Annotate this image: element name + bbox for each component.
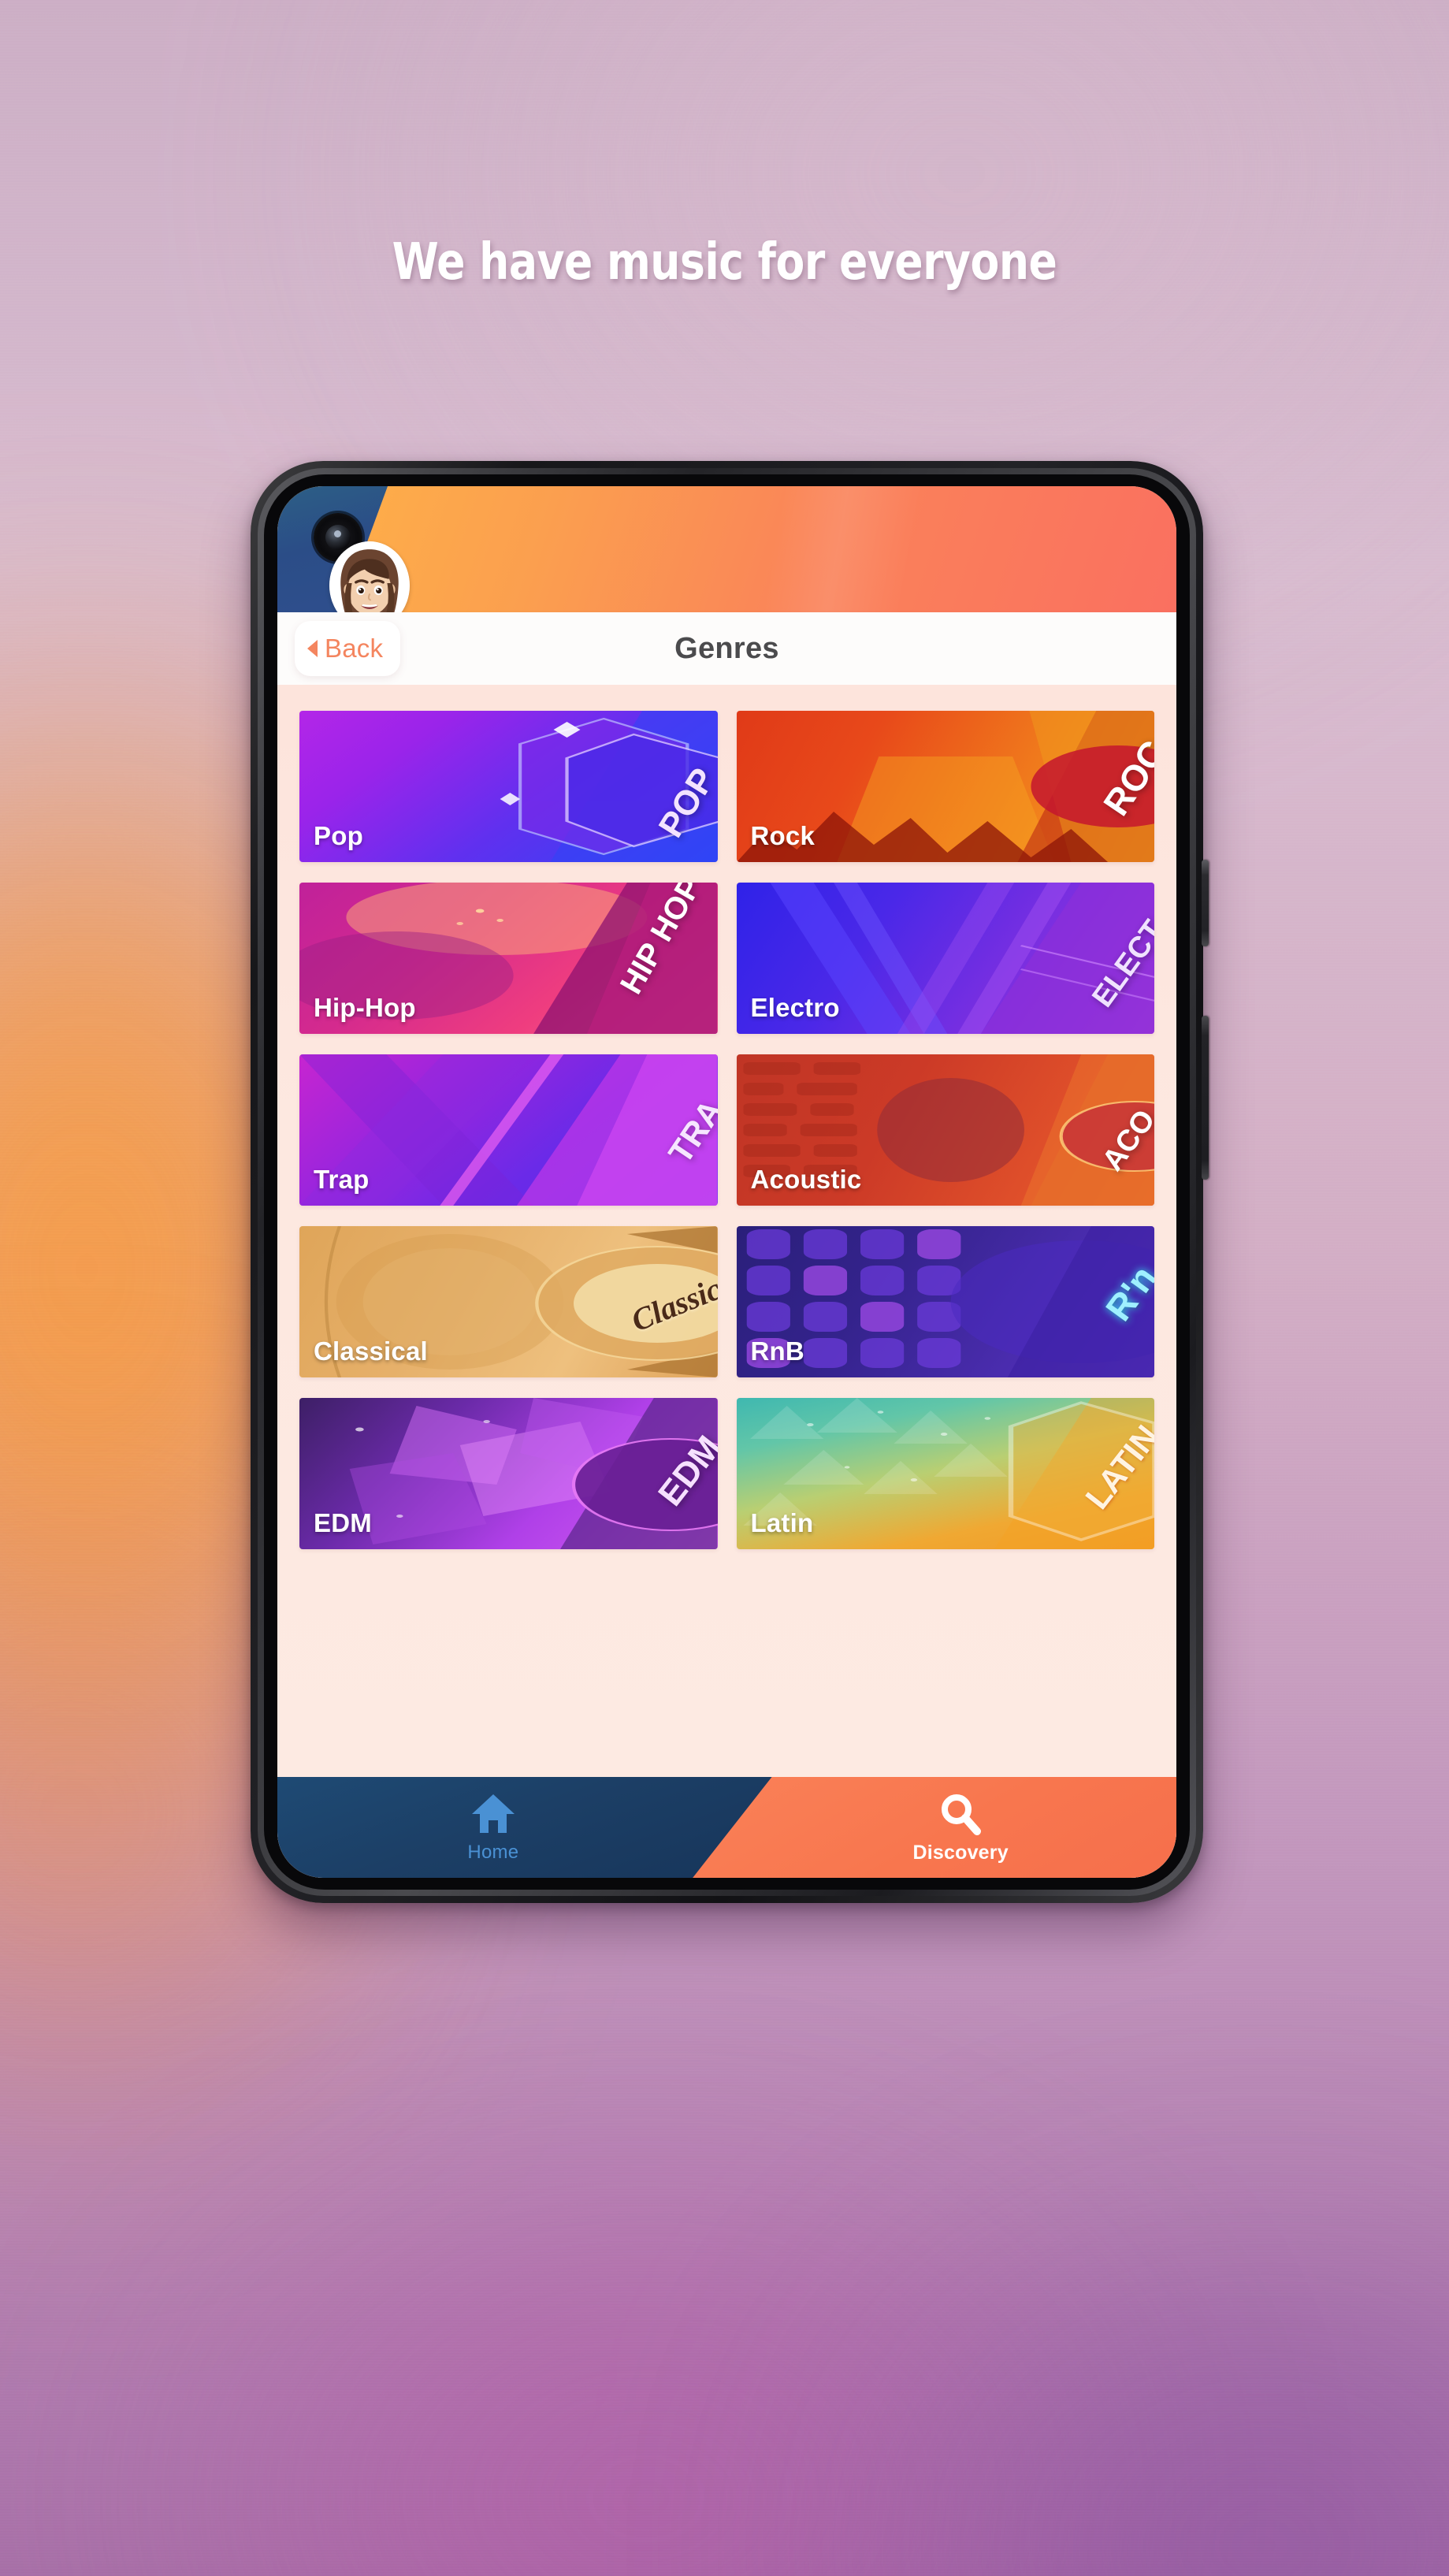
genre-card-trap[interactable]: TRA Trap	[299, 1054, 718, 1206]
back-button[interactable]: Back	[295, 621, 401, 676]
genre-card-label: Electro	[750, 993, 840, 1022]
genre-card-hiphop[interactable]: HIP HOP Hip-Hop	[299, 883, 718, 1034]
genre-card-label: Trap	[314, 1165, 370, 1194]
back-button-label: Back	[325, 634, 384, 663]
genre-card-latin[interactable]: LATIN Latin	[736, 1398, 1154, 1549]
phone-power-button[interactable]	[1202, 860, 1209, 946]
search-icon	[942, 1794, 982, 1835]
page-headline: We have music for everyone	[392, 233, 1057, 292]
tab-home[interactable]: Home	[277, 1777, 772, 1878]
genre-card-rock[interactable]: ROC Rock	[736, 711, 1154, 862]
banner-sheen	[277, 486, 1176, 612]
genre-list-scroll-area[interactable]: POP Pop ROC Rock HIP HOP Hip-Hop ELECT E…	[277, 685, 1176, 1878]
tab-discovery[interactable]: Discovery	[690, 1777, 1176, 1878]
genre-grid: POP Pop ROC Rock HIP HOP Hip-Hop ELECT E…	[277, 685, 1176, 1549]
bottom-tab-bar: Home Discovery	[277, 1777, 1176, 1878]
tab-discovery-label: Discovery	[912, 1842, 1009, 1864]
genre-card-label: Classical	[314, 1336, 428, 1366]
genre-card-label: EDM	[314, 1508, 372, 1537]
genre-card-label: Hip-Hop	[314, 993, 416, 1022]
genre-card-label: Acoustic	[750, 1165, 862, 1194]
phone-mockup: Back Genres POP Pop ROC Rock HIP HOP Hip…	[251, 461, 1209, 1903]
genre-card-rnb[interactable]: R'n RnB	[736, 1226, 1154, 1377]
genre-card-label: Latin	[750, 1508, 814, 1537]
genre-card-label: Pop	[314, 821, 363, 850]
genre-card-pop[interactable]: POP Pop	[299, 711, 718, 862]
page-title: Genres	[674, 631, 779, 665]
chevron-left-icon	[307, 640, 318, 657]
genre-card-label: Rock	[750, 821, 815, 850]
phone-screen: Back Genres POP Pop ROC Rock HIP HOP Hip…	[277, 486, 1176, 1878]
genre-card-electro[interactable]: ELECT Electro	[736, 883, 1154, 1034]
genre-card-label: RnB	[750, 1336, 804, 1366]
tab-home-label: Home	[467, 1841, 519, 1863]
genre-card-edm[interactable]: EDM EDM	[299, 1398, 718, 1549]
app-navbar: Back Genres	[277, 612, 1176, 685]
genre-card-acoustic[interactable]: ACO Acoustic	[736, 1054, 1154, 1206]
home-icon	[471, 1794, 515, 1833]
app-banner	[277, 486, 1176, 612]
genre-card-classical[interactable]: Classic Classical	[299, 1226, 718, 1377]
phone-volume-button[interactable]	[1202, 1016, 1209, 1180]
